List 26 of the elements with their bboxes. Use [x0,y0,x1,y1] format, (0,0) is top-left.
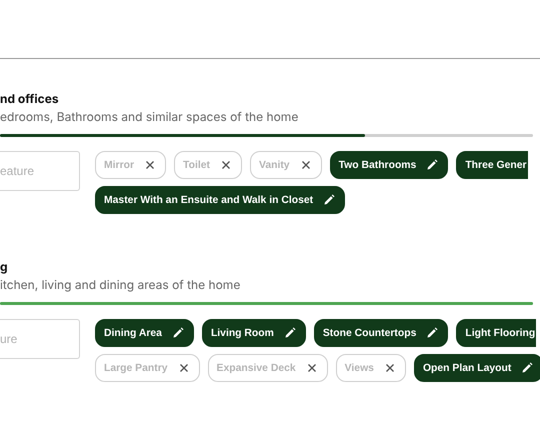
feature-chip[interactable]: Three Gener [456,151,528,179]
section-title: g [0,260,9,274]
feature-input-field[interactable]: ure [0,319,80,359]
feature-chip[interactable]: Dining Area [95,319,194,347]
feature-chip[interactable]: Living Room [202,319,306,347]
pencil-icon[interactable] [323,194,336,206]
close-icon[interactable] [178,362,190,374]
feature-chip[interactable]: Stone Countertops [314,319,448,347]
feature-input-field[interactable]: eature [0,151,80,191]
close-icon[interactable] [306,362,318,374]
pencil-icon[interactable] [426,159,438,171]
section-description: edrooms, Bathrooms and similar spaces of the home [0,110,300,124]
pencil-icon[interactable] [521,362,534,374]
close-icon[interactable] [220,159,232,171]
close-icon[interactable] [144,159,156,171]
close-icon[interactable] [384,362,396,374]
feature-chip[interactable]: Open Plan Layout [414,354,540,382]
pencil-icon[interactable] [172,327,184,339]
feature-chip[interactable]: Two Bathrooms [330,151,448,179]
section-title: nd offices [0,92,60,106]
feature-chip[interactable]: Light Flooring [456,319,536,347]
pencil-icon[interactable] [284,327,296,339]
section-description: itchen, living and dining areas of the home [0,278,242,292]
feature-chip[interactable]: Master With an Ensuite and Walk in Closet [95,186,346,214]
pencil-icon[interactable] [426,327,438,339]
close-icon[interactable] [300,159,312,171]
